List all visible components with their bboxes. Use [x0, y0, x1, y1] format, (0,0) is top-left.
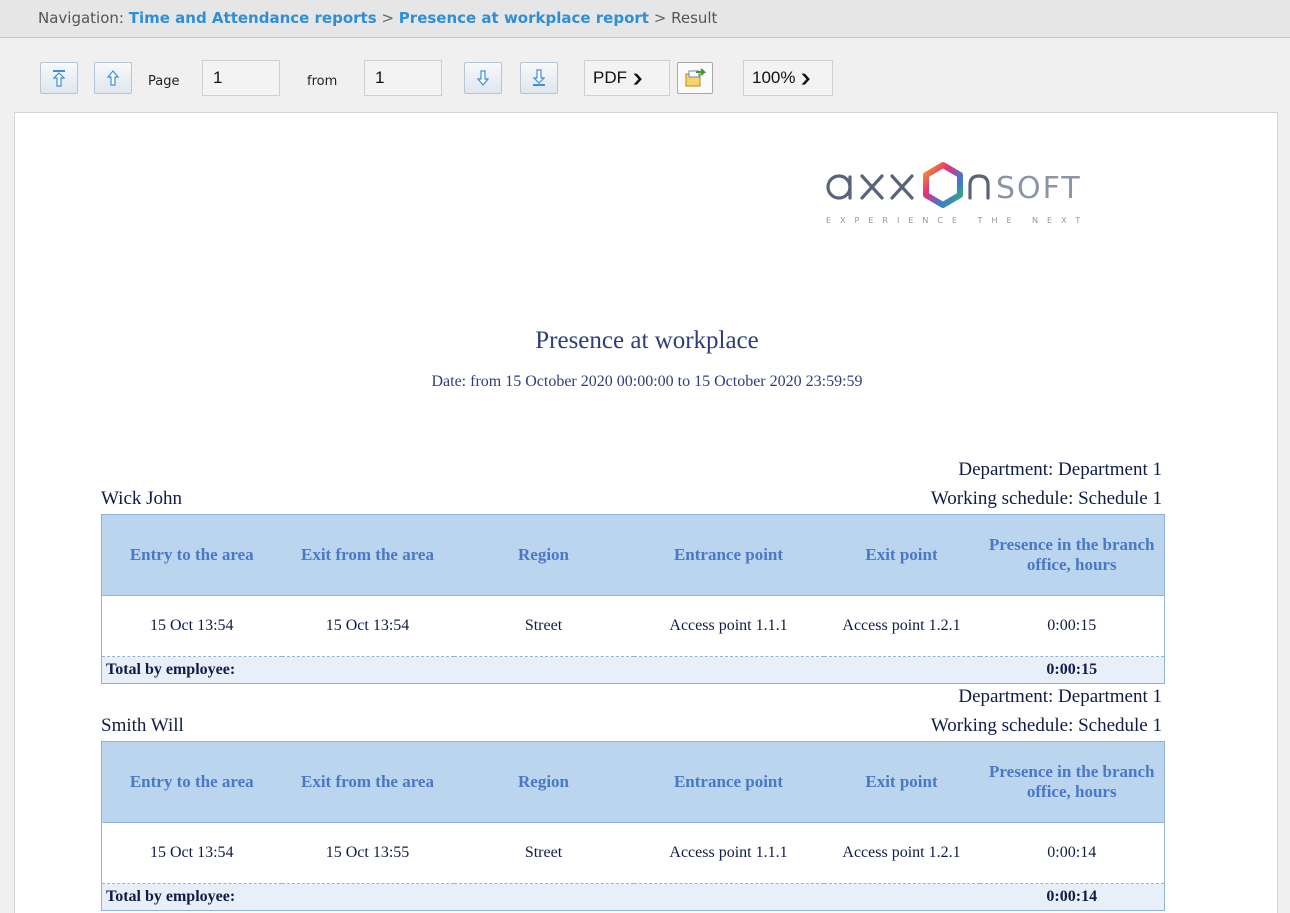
table-cell: 15 Oct 13:54 [281, 595, 454, 657]
column-header: Presence in the branch office, hours [979, 741, 1165, 823]
employee-schedule: Working schedule: Schedule 1 [930, 715, 1162, 736]
page-label: Page [148, 74, 180, 89]
table-cell: Access point 1.1.1 [633, 595, 824, 657]
navigation-prefix: Navigation: [38, 9, 124, 27]
column-header: Entry to the area [101, 741, 282, 823]
table-header-row: Entry to the area Exit from the area Reg… [101, 514, 1165, 596]
table-cell: 0:00:15 [979, 595, 1165, 657]
breadcrumb-separator: > [381, 9, 395, 27]
column-header: Exit from the area [281, 741, 454, 823]
column-header: Presence in the branch office, hours [979, 514, 1165, 596]
total-pages-field: 1 [364, 60, 442, 96]
navigation-bar: Navigation: Time and Attendance reports … [0, 0, 1290, 38]
export-icon [685, 68, 706, 87]
table-cell: Street [453, 595, 634, 657]
svg-text:SOFT: SOFT [996, 171, 1082, 206]
nav-link-time-attendance-reports[interactable]: Time and Attendance reports [129, 9, 377, 27]
employee-report-table: Entry to the area Exit from the area Reg… [101, 514, 1165, 684]
page-number-input[interactable]: 1 [202, 60, 280, 96]
zoom-value: 100% [752, 68, 796, 87]
table-cell: 15 Oct 13:54 [101, 822, 282, 884]
table-row: 15 Oct 13:54 15 Oct 13:54 Street Access … [101, 595, 1165, 657]
table-cell: Access point 1.2.1 [823, 822, 980, 884]
report-page: SOFT EXPERIENCE THE NEXT Presence at wor… [14, 112, 1278, 913]
column-header: Exit from the area [281, 514, 454, 596]
next-page-button[interactable] [464, 62, 502, 94]
export-button[interactable] [677, 62, 713, 94]
employee-department: Department: Department 1 [958, 459, 1162, 480]
total-label: Total by employee: [101, 656, 980, 684]
next-page-icon [476, 70, 490, 86]
employee-report-table: Entry to the area Exit from the area Reg… [101, 741, 1165, 911]
column-header: Region [453, 514, 634, 596]
table-cell: 0:00:14 [979, 822, 1165, 884]
total-value: 0:00:14 [979, 883, 1165, 911]
export-format-select[interactable]: PDF ❯ [584, 60, 670, 96]
table-cell: Access point 1.2.1 [823, 595, 980, 657]
column-header: Entry to the area [101, 514, 282, 596]
column-header: Entrance point [633, 741, 824, 823]
export-format-value: PDF [593, 68, 627, 87]
total-row: Total by employee: 0:00:14 [101, 883, 1165, 911]
total-label: Total by employee: [101, 883, 980, 911]
report-title: Presence at workplace [535, 327, 759, 354]
prev-page-icon [106, 70, 120, 86]
column-header: Exit point [823, 741, 980, 823]
chevron-down-icon: ❯ [631, 72, 645, 85]
total-row: Total by employee: 0:00:15 [101, 656, 1165, 684]
previous-page-button[interactable] [94, 62, 132, 94]
first-page-button[interactable] [40, 62, 78, 94]
nav-link-presence-report[interactable]: Presence at workplace report [399, 9, 649, 27]
last-page-icon [532, 69, 546, 86]
first-page-icon [52, 70, 66, 87]
column-header: Exit point [823, 514, 980, 596]
report-date-range: Date: from 15 October 2020 00:00:00 to 1… [431, 373, 863, 390]
chevron-down-icon: ❯ [799, 72, 813, 85]
table-row: 15 Oct 13:54 15 Oct 13:55 Street Access … [101, 822, 1165, 884]
column-header: Entrance point [633, 514, 824, 596]
zoom-select[interactable]: 100% ❯ [743, 60, 833, 96]
report-toolbar: Page 1 from 1 PDF ❯ 100% ❯ [0, 38, 1290, 110]
axxonsoft-logo: SOFT EXPERIENCE THE NEXT [826, 162, 1089, 225]
employee-department: Department: Department 1 [958, 686, 1162, 707]
total-value: 0:00:15 [979, 656, 1165, 684]
table-cell: Access point 1.1.1 [633, 822, 824, 884]
from-label: from [307, 74, 338, 89]
table-cell: 15 Oct 13:54 [101, 595, 282, 657]
last-page-button[interactable] [520, 62, 558, 94]
employee-name: Wick John [101, 488, 183, 509]
table-header-row: Entry to the area Exit from the area Reg… [101, 741, 1165, 823]
nav-current-result: Result [671, 9, 718, 27]
table-cell: Street [453, 822, 634, 884]
employee-name: Smith Will [101, 715, 184, 736]
employee-schedule: Working schedule: Schedule 1 [930, 488, 1162, 509]
column-header: Region [453, 741, 634, 823]
logo-tagline: EXPERIENCE THE NEXT [826, 216, 1089, 225]
breadcrumb-separator: > [653, 9, 667, 27]
table-cell: 15 Oct 13:55 [281, 822, 454, 884]
